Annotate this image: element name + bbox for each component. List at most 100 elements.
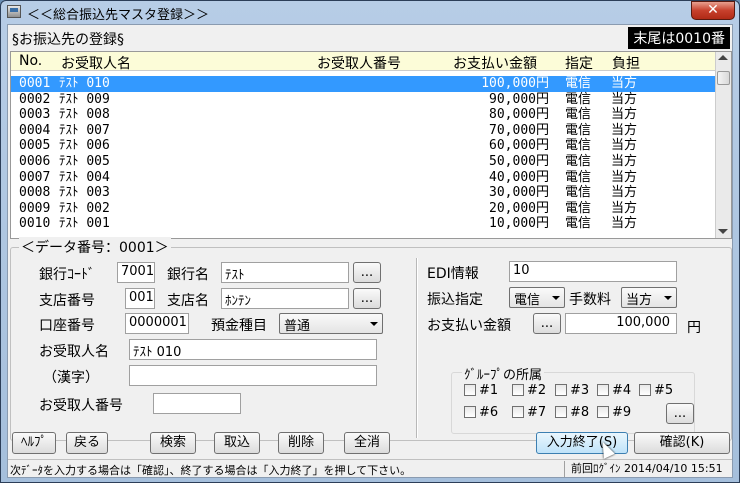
close-button[interactable]: ✕ [691, 1, 735, 20]
scroll-thumb[interactable] [717, 71, 730, 85]
search-button[interactable]: 検索 [150, 432, 196, 454]
chevron-down-icon [552, 296, 560, 300]
table-row[interactable]: 0004 ﾃｽﾄ 007 70,000円 電信 当方 [11, 123, 715, 139]
branch-lookup-button[interactable]: ... [353, 288, 381, 309]
scroll-up-icon[interactable] [718, 55, 728, 60]
group-more-button[interactable]: ... [666, 403, 694, 424]
help-button[interactable]: ﾍﾙﾌﾟ [12, 432, 56, 454]
table-row[interactable]: 0008 ﾃｽﾄ 003 30,000円 電信 当方 [11, 185, 715, 201]
table-row[interactable]: 0002 ﾃｽﾄ 009 90,000円 電信 当方 [11, 92, 715, 108]
list-header: No. お受取人名 お受取人番号 お支払い金額 指定 負担 [11, 52, 715, 72]
group-membership-box: ｸﾞﾙｰﾌﾟの所属 #1 #2 #3 #4 #5 #6 #7 #8 #9 ... [451, 364, 695, 434]
table-row[interactable]: 0001 ﾃｽﾄ 010 100,000円 電信 当方 [11, 76, 715, 92]
checkbox-icon [555, 384, 567, 396]
col-name: お受取人名 [61, 56, 131, 72]
bank-code-input[interactable]: 7001 [117, 262, 155, 283]
bank-name-label: 銀行名 [167, 267, 209, 283]
yen-unit: 円 [687, 320, 701, 336]
bank-code-label: 銀行ｺｰﾄﾞ [39, 267, 95, 283]
last-login: 前回ﾛｸﾞｲﾝ 2014/04/10 15:51 [564, 461, 732, 477]
window-frame: ＜＜総合振込先マスタ登録＞＞ ✕ §お振込先の登録§ 末尾は0010番 No. … [0, 0, 740, 483]
vertical-divider [416, 258, 418, 438]
group-6-checkbox[interactable]: #6 [464, 405, 498, 420]
record-count-badge: 末尾は0010番 [628, 27, 730, 49]
scroll-down-icon[interactable] [718, 229, 728, 234]
kanji-name-input[interactable] [129, 365, 377, 386]
deposit-type-select[interactable]: 普通 [279, 313, 383, 334]
branch-no-label: 支店番号 [39, 293, 95, 309]
col-burden: 負担 [612, 56, 640, 72]
deposit-type-label: 預金種目 [211, 318, 267, 334]
checkbox-icon [597, 406, 609, 418]
transfer-spec-value: 電信 [514, 293, 541, 308]
title-bar[interactable]: ＜＜総合振込先マスタ登録＞＞ ✕ [1, 1, 739, 23]
recipient-no-input[interactable] [153, 393, 241, 414]
recipient-name-input[interactable]: ﾃｽﾄ 010 [129, 339, 377, 360]
col-recipient-no: お受取人番号 [317, 56, 401, 72]
branch-no-input[interactable]: 001 [125, 288, 155, 309]
group-1-checkbox[interactable]: #1 [464, 383, 498, 398]
kanji-label: （漢字） [43, 370, 99, 386]
list-scrollbar[interactable] [715, 52, 731, 238]
recipient-no-label: お受取人番号 [39, 398, 123, 414]
chevron-down-icon [370, 322, 378, 326]
recipient-name-label: お受取人名 [39, 344, 109, 360]
fee-select[interactable]: 当方 [621, 287, 677, 308]
fee-value: 当方 [626, 293, 653, 308]
amount-input[interactable]: 100,000 [565, 313, 677, 334]
finish-input-button[interactable]: 入力終了(S) [536, 432, 628, 454]
transfer-spec-select[interactable]: 電信 [509, 287, 565, 308]
branch-name-input[interactable]: ﾎﾝﾃﾝ [221, 288, 349, 309]
edi-label: EDI情報 [427, 266, 479, 282]
checkbox-icon [639, 384, 651, 396]
table-row[interactable]: 0005 ﾃｽﾄ 006 60,000円 電信 当方 [11, 138, 715, 154]
branch-name-label: 支店名 [167, 293, 209, 309]
list-rows: 0001 ﾃｽﾄ 010 100,000円 電信 当方 0002 ﾃｽﾄ 009 90,00… [11, 76, 715, 232]
group-2-checkbox[interactable]: #2 [512, 383, 546, 398]
back-button[interactable]: 戻る [66, 432, 108, 454]
client-area: §お振込先の登録§ 末尾は0010番 No. お受取人名 お受取人番号 お支払い… [7, 24, 733, 478]
recipient-list[interactable]: No. お受取人名 お受取人番号 お支払い金額 指定 負担 0001 ﾃｽﾄ 01… [10, 51, 732, 239]
bank-name-input[interactable]: ﾃｽﾄ [221, 262, 349, 283]
checkbox-icon [464, 406, 476, 418]
group-7-checkbox[interactable]: #7 [512, 405, 546, 420]
edi-input[interactable]: 10 [509, 261, 677, 282]
chevron-down-icon [664, 296, 672, 300]
delete-button[interactable]: 削除 [278, 432, 324, 454]
deposit-type-value: 普通 [284, 319, 311, 334]
import-button[interactable]: 取込 [214, 432, 260, 454]
group-9-checkbox[interactable]: #9 [597, 405, 631, 420]
amount-label: お支払い金額 [427, 318, 511, 334]
status-message: 次ﾃﾞｰﾀを入力する場合は「確認」、終了する場合は「入力終了」を押して下さい。 [10, 464, 412, 477]
fee-label: 手数料 [569, 292, 611, 308]
group-8-checkbox[interactable]: #8 [555, 405, 589, 420]
table-row[interactable]: 0009 ﾃｽﾄ 002 20,000円 電信 当方 [11, 201, 715, 217]
checkbox-icon [597, 384, 609, 396]
transfer-spec-label: 振込指定 [427, 292, 483, 308]
data-number-title: ＜データ番号：0001＞ [19, 237, 171, 257]
group-3-checkbox[interactable]: #3 [555, 383, 589, 398]
group-5-checkbox[interactable]: #5 [639, 383, 673, 398]
table-row[interactable]: 0007 ﾃｽﾄ 004 40,000円 電信 当方 [11, 170, 715, 186]
col-no: No. [19, 53, 43, 69]
table-row[interactable]: 0003 ﾃｽﾄ 008 80,000円 電信 当方 [11, 107, 715, 123]
col-amount: お支払い金額 [453, 56, 537, 72]
window-title: ＜＜総合振込先マスタ登録＞＞ [27, 8, 210, 23]
clear-all-button[interactable]: 全消 [344, 432, 390, 454]
account-no-label: 口座番号 [39, 318, 95, 334]
checkbox-icon [512, 384, 524, 396]
app-icon [7, 5, 21, 18]
data-entry-group: ＜データ番号：0001＞ 銀行ｺｰﾄﾞ 7001 銀行名 ﾃｽﾄ ... 支店番… [10, 237, 732, 441]
table-row[interactable]: 0010 ﾃｽﾄ 001 10,000円 電信 当方 [11, 216, 715, 232]
amount-lookup-button[interactable]: ... [533, 313, 561, 334]
checkbox-icon [512, 406, 524, 418]
checkbox-icon [464, 384, 476, 396]
status-bar: 次ﾃﾞｰﾀを入力する場合は「確認」、終了する場合は「入力終了」を押して下さい。 … [8, 459, 732, 477]
confirm-button[interactable]: 確認(K) [634, 432, 730, 454]
group-4-checkbox[interactable]: #4 [597, 383, 631, 398]
group-membership-title: ｸﾞﾙｰﾌﾟの所属 [462, 364, 545, 383]
account-no-input[interactable]: 0000001 [125, 313, 189, 334]
table-row[interactable]: 0006 ﾃｽﾄ 005 50,000円 電信 当方 [11, 154, 715, 170]
bank-lookup-button[interactable]: ... [353, 262, 381, 283]
col-spec: 指定 [565, 56, 593, 72]
